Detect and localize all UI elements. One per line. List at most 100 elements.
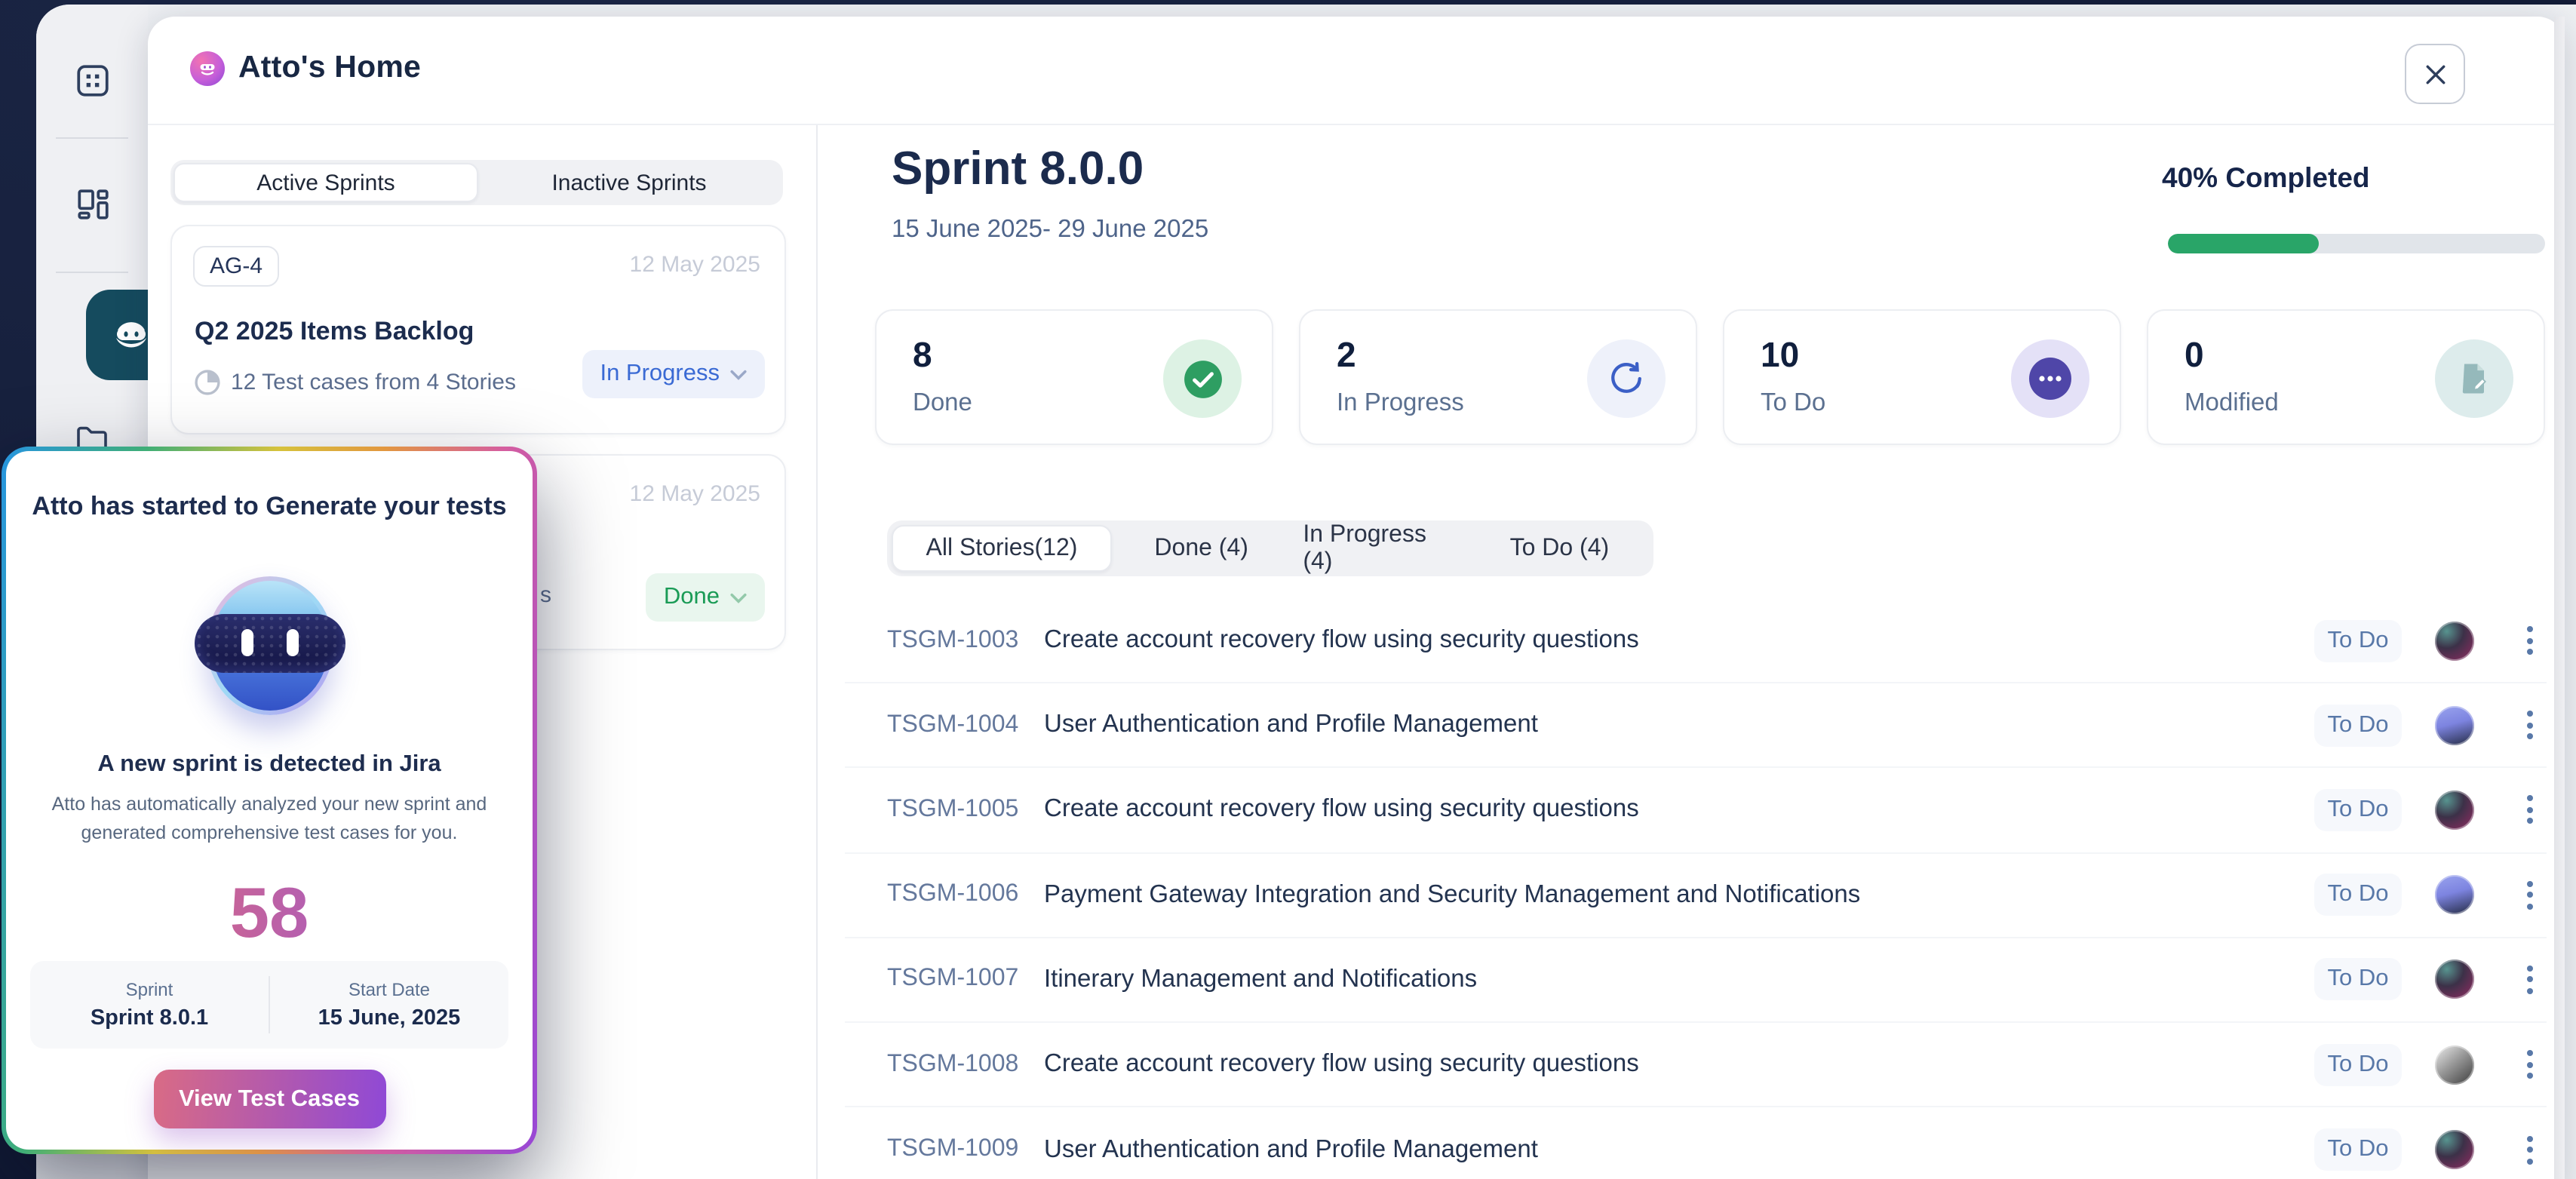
stat-label: In Progress [1337, 389, 1464, 418]
column-divider [816, 125, 818, 1179]
stat-value: 8 [913, 335, 932, 376]
status-badge: To Do [2314, 789, 2402, 831]
story-title[interactable]: Itinerary Management and Notifications [1044, 966, 2314, 994]
story-row[interactable]: TSGM-1005 Create account recovery flow u… [845, 769, 2547, 853]
story-title[interactable]: Create account recovery flow using secur… [1044, 796, 2314, 824]
sidebar-item-dashboard[interactable] [36, 186, 148, 223]
sprint-card-title: Q2 2025 Items Backlog [195, 317, 474, 347]
test-case-count: 58 [6, 870, 533, 953]
story-id[interactable]: TSGM-1007 [887, 966, 1044, 993]
sprint-label: Sprint [30, 979, 269, 1000]
kebab-menu-icon[interactable] [2516, 1050, 2544, 1079]
status-badge: To Do [2314, 705, 2402, 747]
story-id[interactable]: TSGM-1008 [887, 1051, 1044, 1078]
kebab-menu-icon[interactable] [2516, 626, 2544, 655]
kebab-menu-icon[interactable] [2516, 796, 2544, 824]
status-badge: To Do [2314, 1043, 2402, 1085]
chevron-down-icon [730, 592, 747, 603]
sprint-status-label: Done [664, 584, 720, 611]
assignee-avatar[interactable] [2435, 706, 2474, 745]
atto-robot-icon [109, 312, 154, 358]
kebab-menu-icon[interactable] [2516, 966, 2544, 994]
stat-card-modified: 0 Modified [2147, 309, 2545, 445]
assignee-avatar[interactable] [2435, 621, 2474, 660]
atto-mascot-icon [206, 576, 333, 715]
story-id[interactable]: TSGM-1003 [887, 627, 1044, 654]
sprint-meta-fragment: s [540, 582, 551, 608]
story-tabs: All Stories(12) Done (4) In Progress (4)… [887, 520, 1653, 576]
panel-header: Atto's Home [148, 17, 2565, 122]
stat-label: Modified [2185, 389, 2279, 418]
sprint-tabs: Active Sprints Inactive Sprints [170, 160, 783, 205]
close-button[interactable] [2405, 44, 2465, 104]
stat-card-in-progress: 2 In Progress [1299, 309, 1697, 445]
atto-notification-popup: Atto has started to Generate your tests … [2, 447, 537, 1154]
sprint-card[interactable]: AG-4 12 May 2025 Q2 2025 Items Backlog 1… [170, 225, 786, 434]
story-row[interactable]: TSGM-1004 User Authentication and Profil… [845, 683, 2547, 768]
sprint-key-badge: AG-4 [193, 246, 279, 287]
story-row[interactable]: TSGM-1006 Payment Gateway Integration an… [845, 853, 2547, 938]
tab-active-sprints[interactable]: Active Sprints [173, 163, 478, 202]
stat-value: 0 [2185, 335, 2204, 376]
tab-all-stories[interactable]: All Stories(12) [892, 525, 1112, 572]
story-title[interactable]: Create account recovery flow using secur… [1044, 626, 2314, 655]
assignee-avatar[interactable] [2435, 1045, 2474, 1084]
tab-done[interactable]: Done (4) [1112, 525, 1291, 572]
story-title[interactable]: Payment Gateway Integration and Security… [1044, 880, 2314, 909]
tab-inactive-sprints[interactable]: Inactive Sprints [478, 163, 780, 202]
kebab-menu-icon[interactable] [2516, 880, 2544, 909]
sprint-status-dropdown[interactable]: Done [646, 573, 765, 622]
popup-title: Atto has started to Generate your tests [6, 492, 533, 522]
tab-in-progress[interactable]: In Progress (4) [1291, 525, 1469, 572]
atto-logo-icon [190, 51, 225, 86]
progress-label: 40% Completed [2162, 161, 2370, 195]
sprint-meta: 12 Test cases from 4 Stories [231, 370, 516, 395]
story-title[interactable]: User Authentication and Profile Manageme… [1044, 711, 2314, 740]
header-divider [148, 123, 2565, 125]
sprint-heading: Sprint 8.0.0 [892, 142, 1144, 196]
story-id[interactable]: TSGM-1009 [887, 1136, 1044, 1163]
sprint-value: Sprint 8.0.1 [30, 1006, 269, 1030]
story-id[interactable]: TSGM-1006 [887, 881, 1044, 908]
stat-card-to-do: 10 To Do [1723, 309, 2121, 445]
edit-document-icon [2435, 339, 2513, 418]
stat-label: To Do [1761, 389, 1825, 418]
status-badge: To Do [2314, 1128, 2402, 1171]
start-date-value: 15 June, 2025 [270, 1006, 508, 1030]
scrollbar[interactable] [2553, 17, 2565, 1179]
rail-divider [56, 137, 128, 139]
assignee-avatar[interactable] [2435, 875, 2474, 914]
sprint-status-label: In Progress [600, 361, 720, 388]
progress-bar-fill [2168, 234, 2319, 253]
sprint-status-dropdown[interactable]: In Progress [582, 350, 765, 398]
tab-to-do[interactable]: To Do (4) [1470, 525, 1649, 572]
popup-description: Atto has automatically analyzed your new… [43, 791, 496, 849]
story-id[interactable]: TSGM-1004 [887, 712, 1044, 739]
screen: Atto's Home Active Sprints Inactive Spri… [0, 0, 2576, 1179]
story-row[interactable]: TSGM-1003 Create account recovery flow u… [845, 599, 2547, 683]
dashboard-icon [73, 186, 111, 223]
story-list: TSGM-1003 Create account recovery flow u… [845, 599, 2547, 1179]
chevron-down-icon [730, 369, 747, 379]
story-row[interactable]: TSGM-1007 Itinerary Management and Notif… [845, 938, 2547, 1023]
kebab-menu-icon[interactable] [2516, 711, 2544, 740]
assignee-avatar[interactable] [2435, 960, 2474, 999]
stat-card-done: 8 Done [875, 309, 1273, 445]
story-id[interactable]: TSGM-1005 [887, 797, 1044, 824]
story-title[interactable]: User Authentication and Profile Manageme… [1044, 1135, 2314, 1164]
story-title[interactable]: Create account recovery flow using secur… [1044, 1050, 2314, 1079]
stat-label: Done [913, 389, 972, 418]
refresh-icon [1587, 339, 1666, 418]
rail-divider [56, 272, 128, 273]
sprint-date: 12 May 2025 [630, 481, 760, 507]
view-test-cases-button[interactable]: View Test Cases [153, 1070, 385, 1128]
sprint-date: 12 May 2025 [630, 252, 760, 278]
progress-bar [2168, 234, 2545, 253]
assignee-avatar[interactable] [2435, 791, 2474, 830]
assignee-avatar[interactable] [2435, 1130, 2474, 1169]
kebab-menu-icon[interactable] [2516, 1135, 2544, 1164]
sidebar-item-apps[interactable] [36, 62, 148, 100]
status-badge: To Do [2314, 619, 2402, 662]
story-row[interactable]: TSGM-1008 Create account recovery flow u… [845, 1023, 2547, 1107]
story-row[interactable]: TSGM-1009 User Authentication and Profil… [845, 1107, 2547, 1179]
